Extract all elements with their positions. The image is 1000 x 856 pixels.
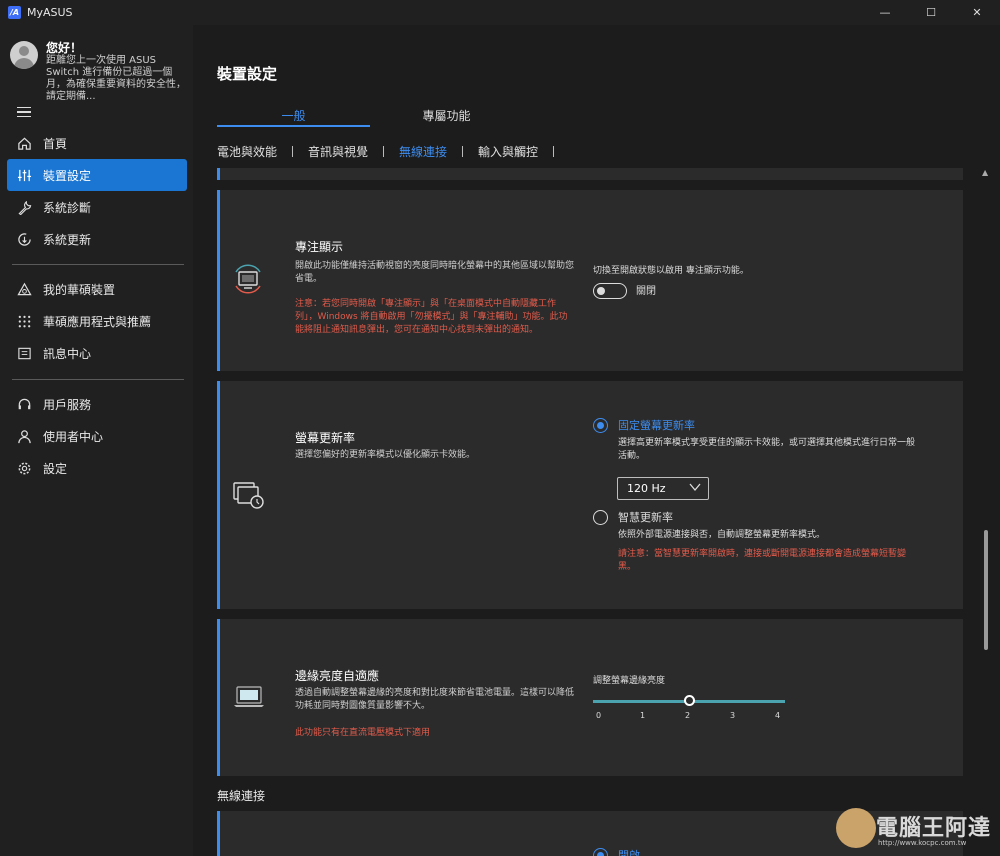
sidebar-item-messages[interactable]: 訊息中心 <box>7 337 187 369</box>
subtab-bar: 電池與效能 音訊與視覺 無線連接 輸入與觸控 <box>217 143 569 160</box>
refresh-rate-description: 選擇您偏好的更新率模式以優化顯示卡效能。 <box>295 450 476 460</box>
subtab-input-touch[interactable]: 輸入與觸控 <box>478 143 538 160</box>
sidebar-item-label: 我的華碩裝置 <box>43 282 116 297</box>
slider-tick: 0 <box>596 711 602 720</box>
watermark-url: http://www.kocpc.com.tw <box>878 839 967 847</box>
sidebar-item-settings[interactable]: 設定 <box>7 452 187 484</box>
minimize-button[interactable]: — <box>862 0 908 25</box>
title-bar: /A MyASUS — ☐ ✕ <box>0 0 1000 25</box>
edge-brightness-title: 邊緣亮度自適應 <box>295 669 380 683</box>
smart-refresh-label[interactable]: 智慧更新率 <box>618 511 673 524</box>
edge-brightness-slider-knob[interactable] <box>683 695 695 706</box>
wireless-radio[interactable] <box>593 848 608 856</box>
active-tab-indicator <box>217 125 370 127</box>
focus-display-toggle[interactable] <box>593 283 627 299</box>
watermark-text: 電腦王阿達 <box>876 816 992 841</box>
refresh-rate-value: 120 Hz <box>627 482 666 495</box>
refresh-rate-title: 螢幕更新率 <box>295 431 356 445</box>
subtab-wireless[interactable]: 無線連接 <box>399 143 447 160</box>
asus-triangle-icon <box>16 281 32 297</box>
page-title: 裝置設定 <box>217 65 278 83</box>
wireless-option-label[interactable]: 開啟 <box>618 849 640 856</box>
subtab-battery-performance[interactable]: 電池與效能 <box>217 143 277 160</box>
smart-refresh-description: 依照外部電源連接與否，自動調整螢幕更新率模式。 <box>618 530 826 540</box>
profile-panel[interactable]: 您好！ 距離您上一次使用 ASUS Switch 進行備份已超過一個月，為確保重… <box>10 39 186 102</box>
sidebar-item-user-center[interactable]: 使用者中心 <box>7 420 187 452</box>
focus-display-warning: 注意：若您同時開啟「專注顯示」與「在桌面模式中自動隱藏工作列」，Windows … <box>295 299 568 335</box>
avatar[interactable] <box>10 41 38 69</box>
backup-reminder: 距離您上一次使用 ASUS Switch 進行備份已超過一個月，為確保重要資料的… <box>46 55 186 102</box>
menu-icon[interactable] <box>17 107 31 117</box>
subtab-audio-visual[interactable]: 音訊與視覺 <box>308 143 368 160</box>
chevron-down-icon <box>689 482 701 495</box>
window-controls: — ☐ ✕ <box>862 0 1000 25</box>
focus-display-description: 開啟此功能僅維持活動視窗的亮度同時暗化螢幕中的其他區域以幫助您省電。 <box>295 261 575 284</box>
tab-exclusive-features[interactable]: 專屬功能 <box>370 107 523 124</box>
main-content: 裝置設定 一般 專屬功能 電池與效能 音訊與視覺 無線連接 輸入與觸控 專注顯示… <box>193 25 1000 856</box>
wrench-icon <box>16 199 32 215</box>
greeting: 您好！ <box>46 41 83 55</box>
close-button[interactable]: ✕ <box>954 0 1000 25</box>
sidebar-divider <box>12 379 184 380</box>
sidebar-item-label: 使用者中心 <box>43 429 104 444</box>
smart-refresh-radio[interactable] <box>593 510 608 525</box>
sidebar-item-label: 華碩應用程式與推薦 <box>43 314 152 329</box>
slider-tick: 3 <box>730 711 736 720</box>
slider-tick: 4 <box>775 711 781 720</box>
sidebar-item-label: 用戶服務 <box>43 397 92 412</box>
sidebar-item-diagnostics[interactable]: 系統診斷 <box>7 191 187 223</box>
sidebar-item-system-update[interactable]: 系統更新 <box>7 223 187 255</box>
laptop-icon <box>232 685 266 712</box>
mascot-icon <box>836 808 876 848</box>
focus-display-toggle-hint: 切換至開啟狀態以啟用 專注顯示功能。 <box>593 266 749 276</box>
sidebar-item-customer-service[interactable]: 用戶服務 <box>7 388 187 420</box>
fixed-refresh-description: 選擇高更新率模式享受更佳的顯示卡效能，或可選擇其他模式進行日常一般活動。 <box>618 438 916 461</box>
home-icon <box>16 135 32 151</box>
sidebar-divider <box>12 264 184 265</box>
fixed-refresh-radio[interactable] <box>593 418 608 433</box>
scrollbar[interactable] <box>982 175 988 856</box>
edge-brightness-card: 邊緣亮度自適應 透過自動調整螢幕邊緣的亮度和對比度來節省電池電量。這樣可以降低功… <box>217 619 963 776</box>
watermark: 電腦王阿達 http://www.kocpc.com.tw <box>836 808 996 852</box>
gear-icon <box>16 460 32 476</box>
sliders-icon <box>16 167 32 183</box>
sidebar-item-apps[interactable]: 華碩應用程式與推薦 <box>7 305 187 337</box>
update-icon <box>16 231 32 247</box>
app-title: MyASUS <box>27 6 73 19</box>
sidebar-item-label: 系統診斷 <box>43 200 92 215</box>
maximize-button[interactable]: ☐ <box>908 0 954 25</box>
sidebar: 您好！ 距離您上一次使用 ASUS Switch 進行備份已超過一個月，為確保重… <box>0 25 192 856</box>
edge-brightness-slider-label: 調整螢幕邊緣亮度 <box>593 676 666 686</box>
focus-display-icon <box>230 262 266 299</box>
edge-brightness-warning: 此功能只有在直流電壓模式下適用 <box>295 728 431 738</box>
scrollbar-thumb[interactable] <box>984 530 988 650</box>
sidebar-item-label: 裝置設定 <box>43 168 92 183</box>
headset-icon <box>16 396 32 412</box>
sidebar-item-device-settings[interactable]: 裝置設定 <box>7 159 187 191</box>
smart-refresh-warning: 請注意：當智慧更新率開啟時，連接或斷開電源連接都會造成螢幕短暫變黑。 <box>618 549 907 572</box>
refresh-rate-icon <box>232 481 266 514</box>
tab-general[interactable]: 一般 <box>217 107 370 124</box>
sidebar-item-label: 設定 <box>43 461 68 476</box>
focus-display-card: 專注顯示 開啟此功能僅維持活動視窗的亮度同時暗化螢幕中的其他區域以幫助您省電。 … <box>217 190 963 371</box>
focus-display-toggle-state: 關閉 <box>636 286 656 297</box>
grid-icon <box>16 313 32 329</box>
sidebar-item-label: 首頁 <box>43 136 68 151</box>
slider-tick: 2 <box>685 711 691 720</box>
slider-tick: 1 <box>640 711 646 720</box>
refresh-rate-card: 螢幕更新率 選擇您偏好的更新率模式以優化顯示卡效能。 固定螢幕更新率 選擇高更新… <box>217 381 963 609</box>
sidebar-item-my-devices[interactable]: 我的華碩裝置 <box>7 273 187 305</box>
previous-card <box>217 168 963 180</box>
edge-brightness-description: 透過自動調整螢幕邊緣的亮度和對比度來節省電池電量。這樣可以降低功耗並同時對圖像質… <box>295 688 575 711</box>
myasus-logo-icon: /A <box>8 6 21 19</box>
sidebar-item-home[interactable]: 首頁 <box>7 127 187 159</box>
user-icon <box>16 428 32 444</box>
fixed-refresh-label[interactable]: 固定螢幕更新率 <box>618 419 695 432</box>
sidebar-item-label: 系統更新 <box>43 232 92 247</box>
sidebar-item-label: 訊息中心 <box>43 346 92 361</box>
focus-display-title: 專注顯示 <box>295 240 344 254</box>
wireless-section-title: 無線連接 <box>217 789 266 803</box>
refresh-rate-dropdown[interactable]: 120 Hz <box>617 477 709 500</box>
message-icon <box>16 345 32 361</box>
